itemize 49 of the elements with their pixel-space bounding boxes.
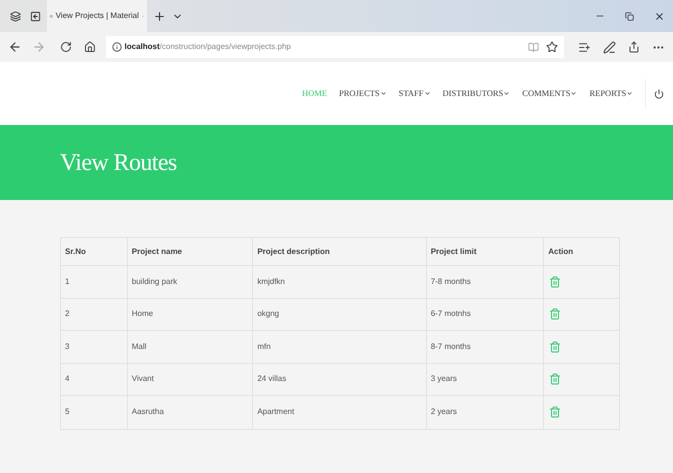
table-cell: Vivant bbox=[132, 373, 154, 386]
back-icon[interactable] bbox=[8, 40, 22, 54]
table-cell: 24 villas bbox=[257, 373, 286, 386]
column-header: Project limit bbox=[430, 246, 476, 258]
new-tab-icon[interactable] bbox=[153, 10, 166, 22]
table-cell: 6-7 motnhs bbox=[430, 308, 471, 320]
nav-link[interactable]: REPORTS bbox=[589, 87, 634, 100]
home-icon[interactable] bbox=[84, 41, 96, 53]
column-header: Project name bbox=[132, 246, 182, 258]
table-cell: kmjdfkn bbox=[257, 276, 285, 288]
nav-link[interactable]: DISTRIBUTORS bbox=[442, 87, 510, 100]
logout-icon[interactable] bbox=[654, 88, 664, 98]
table-cell: okgng bbox=[257, 308, 280, 320]
table-cell: 3 years bbox=[430, 373, 457, 386]
nav-link[interactable]: PROJECTS bbox=[339, 87, 387, 100]
favorite-icon[interactable] bbox=[546, 41, 558, 53]
table-cell: 8-7 months bbox=[430, 340, 471, 353]
column-header: Project description bbox=[257, 246, 330, 258]
table-cell: mfn bbox=[257, 340, 271, 353]
nav-link[interactable]: COMMENTS bbox=[522, 87, 578, 100]
favorites-icon[interactable] bbox=[578, 40, 592, 54]
table-cell: 2 bbox=[65, 308, 70, 320]
table-cell: Aasrutha bbox=[132, 406, 164, 418]
refresh-icon[interactable] bbox=[60, 41, 72, 53]
page-title: View Routes bbox=[60, 148, 177, 178]
url-path: /construction/pages/viewprojects.php bbox=[160, 41, 291, 53]
column-header: Action bbox=[548, 246, 574, 258]
info-icon bbox=[112, 42, 122, 52]
address-bar[interactable]: localhost/construction/pages/viewprojects.php bbox=[106, 36, 564, 58]
table-cell: 4 bbox=[65, 373, 70, 386]
table-cell: building park bbox=[132, 276, 178, 288]
browser-tab[interactable]: View Projects | Material bbox=[47, 0, 147, 32]
table-cell: Apartment bbox=[257, 406, 294, 418]
tab-back-icon[interactable] bbox=[30, 10, 41, 22]
url-host: localhost bbox=[124, 41, 160, 53]
table-cell: 7-8 months bbox=[430, 276, 471, 288]
nav-link[interactable]: STAFF bbox=[398, 87, 430, 100]
table-cell: 3 bbox=[65, 340, 70, 353]
share-icon[interactable] bbox=[628, 41, 640, 53]
table-cell: 2 years bbox=[430, 406, 457, 418]
column-header: Sr.No bbox=[65, 246, 86, 258]
table-cell: Mall bbox=[132, 340, 146, 353]
pen-icon[interactable] bbox=[603, 40, 616, 54]
table-cell: 5 bbox=[65, 406, 70, 418]
restore-icon[interactable] bbox=[625, 12, 634, 20]
close-icon[interactable] bbox=[654, 10, 665, 22]
table-cell: Home bbox=[132, 308, 154, 320]
tabs-aside-icon[interactable] bbox=[10, 10, 21, 22]
table-cell: 1 bbox=[65, 276, 70, 288]
